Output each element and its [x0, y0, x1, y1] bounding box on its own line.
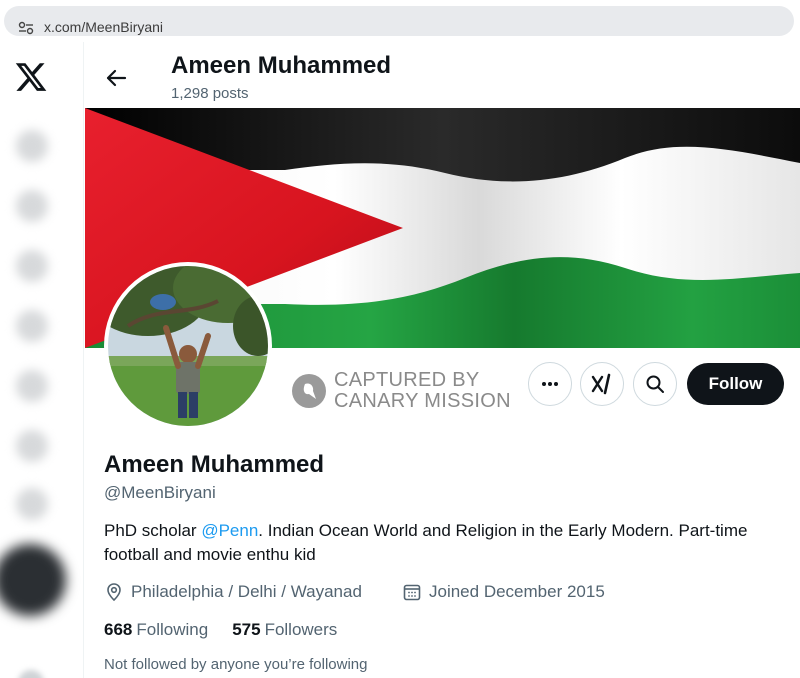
follow-button[interactable]: Follow [687, 363, 784, 405]
header-post-count: 1,298 posts [171, 85, 249, 102]
search-icon [646, 375, 664, 393]
site-settings-icon[interactable] [18, 21, 34, 35]
profile-avatar[interactable] [104, 262, 272, 430]
account-switcher-icon[interactable] [18, 670, 44, 678]
followers-link[interactable]: 575 Followers [232, 620, 337, 640]
profile-location: Philadelphia / Delhi / Wayanad [104, 582, 362, 602]
nav-explore-icon[interactable] [16, 190, 48, 222]
url-text: x.com/MeenBiryani [44, 19, 164, 35]
header-title: Ameen Muhammed [171, 52, 392, 79]
bio-mention-link[interactable]: @Penn [201, 521, 258, 540]
back-arrow-icon[interactable] [98, 60, 134, 96]
grok-icon [591, 373, 611, 395]
browser-address-bar: x.com/MeenBiryani [0, 0, 800, 42]
following-label: Following [136, 620, 209, 639]
not-followed-notice: Not followed by anyone you’re following [104, 656, 368, 673]
location-pin-icon [107, 583, 121, 602]
watermark-line2: CANARY MISSION [334, 390, 511, 412]
post-button[interactable] [0, 544, 66, 616]
nav-grok-icon[interactable] [16, 370, 48, 402]
bio-text-start: PhD scholar [104, 521, 202, 540]
nav-more-icon[interactable] [16, 488, 48, 520]
followers-label: Followers [264, 620, 338, 639]
followers-count: 575 [232, 620, 261, 639]
left-nav-sidebar [0, 42, 84, 678]
more-horizontal-icon [542, 382, 558, 386]
canary-mission-watermark: CAPTURED BY CANARY MISSION [292, 370, 522, 412]
x-logo-icon[interactable] [14, 60, 48, 94]
nav-profile-icon[interactable] [16, 430, 48, 462]
profile-joined-date: Joined December 2015 [402, 582, 605, 602]
nav-messages-icon[interactable] [16, 310, 48, 342]
nav-notifications-icon[interactable] [16, 250, 48, 282]
url-field[interactable]: x.com/MeenBiryani [4, 6, 794, 36]
profile-bio: PhD scholar @Penn. Indian Ocean World an… [104, 519, 774, 567]
calendar-icon [403, 584, 421, 601]
canary-bird-icon [292, 374, 326, 408]
grok-button[interactable] [580, 362, 624, 406]
search-profile-button[interactable] [633, 362, 677, 406]
nav-home-icon[interactable] [16, 130, 48, 162]
following-link[interactable]: 668 Following [104, 620, 208, 640]
location-text: Philadelphia / Delhi / Wayanad [131, 582, 362, 601]
profile-handle: @MeenBiryani [104, 483, 216, 502]
following-count: 668 [104, 620, 133, 639]
more-options-button[interactable] [528, 362, 572, 406]
follow-stats: 668 Following 575 Followers [104, 620, 337, 640]
watermark-line1: CAPTURED BY [334, 369, 480, 391]
profile-name: Ameen Muhammed [104, 451, 325, 478]
joined-text: Joined December 2015 [429, 582, 605, 601]
